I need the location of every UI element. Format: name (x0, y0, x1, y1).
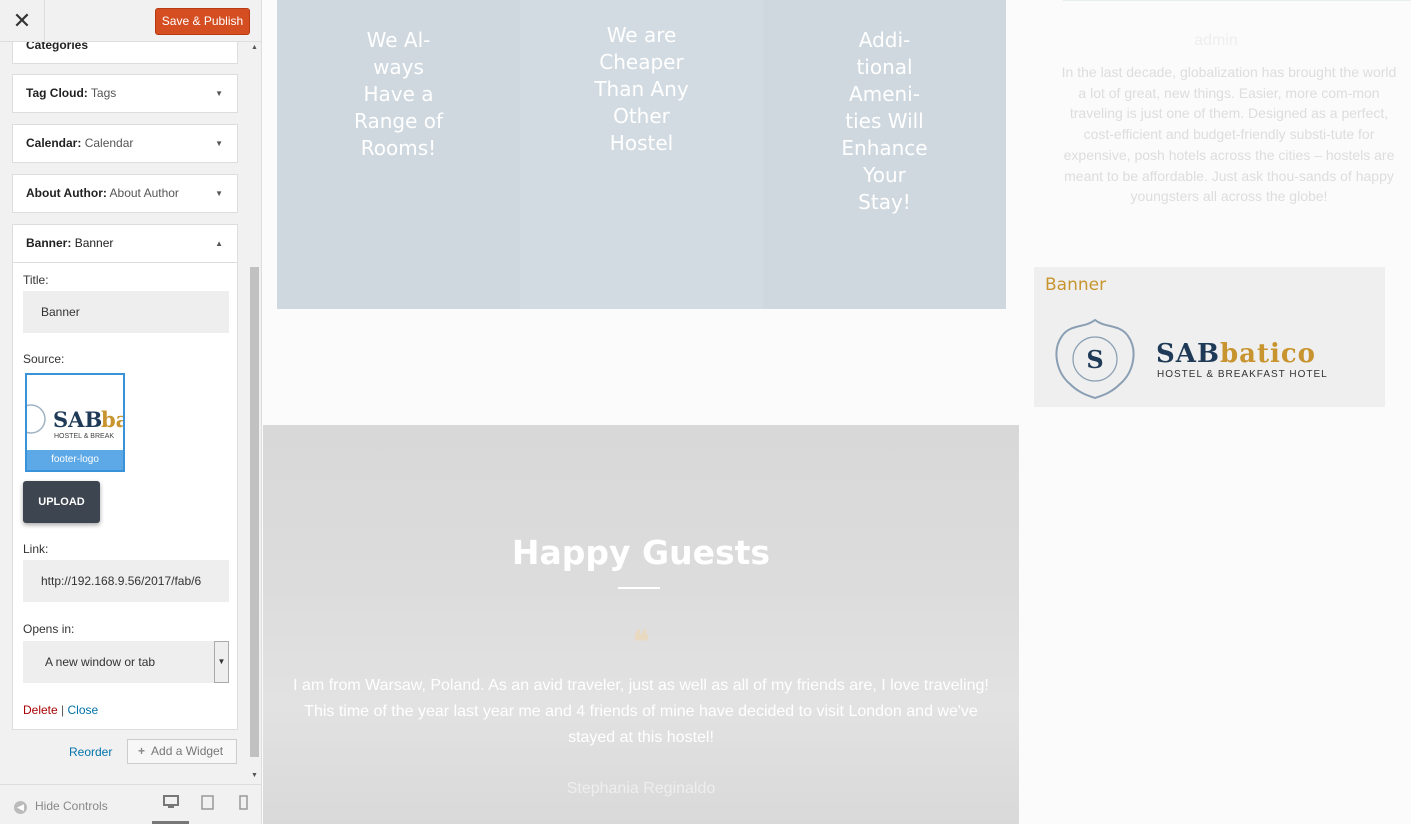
logo-wordmark: SABbatico (1156, 339, 1316, 369)
customizer-footer: ◀ Hide Controls (0, 784, 261, 824)
thumbnail-logo-image: SAB ba HOSTEL & BREAK (27, 404, 123, 440)
widget-type-label: Tag Cloud: (26, 86, 88, 100)
widget-banner-header[interactable]: Banner: Banner ▲ (13, 225, 237, 263)
collapse-icon: ◀ (14, 801, 27, 814)
sidebar-scrollbar[interactable]: ▲ ▼ (249, 42, 261, 784)
link-input[interactable]: http://192.168.9.56/2017/fab/6 (23, 560, 229, 602)
widget-name-label: Banner (74, 236, 114, 250)
delete-link[interactable]: Delete (23, 703, 58, 717)
widget-type-label: Calendar: (26, 136, 82, 150)
chevron-down-icon[interactable]: ▼ (215, 175, 223, 212)
section-title: Happy Guests (511, 533, 771, 572)
title-label: Title: (23, 273, 49, 287)
svg-text:HOSTEL & BREAK: HOSTEL & BREAK (54, 433, 114, 440)
chevron-up-icon[interactable]: ▲ (215, 225, 223, 262)
opens-in-selected-value: A new window or tab (45, 655, 156, 669)
widget-name-label: About Author (109, 186, 179, 200)
widget-actions: Delete | Close (23, 703, 98, 717)
scroll-up-icon[interactable]: ▲ (251, 44, 258, 51)
mobile-preview-icon[interactable] (239, 795, 248, 813)
title-divider (618, 587, 660, 589)
add-widget-label: Add a Widget (151, 744, 224, 758)
title-input[interactable]: Banner (23, 291, 229, 333)
author-name: admin (1194, 32, 1238, 49)
separator: | (61, 703, 65, 717)
save-publish-button[interactable]: Save & Publish (155, 8, 250, 35)
svg-text:SAB: SAB (53, 407, 102, 432)
link-label: Link: (23, 542, 49, 556)
feature-text: Addi- tional Ameni- ties Will Enhance Yo… (841, 28, 928, 214)
widget-name-label: Calendar (84, 136, 134, 150)
happy-guests-section: Happy Guests ❝ I am from Warsaw, Poland.… (263, 425, 1019, 824)
svg-text:ba: ba (101, 407, 123, 432)
customizer-header: ✕ Save & Publish (0, 0, 261, 42)
widget-type-label: About Author: (26, 186, 107, 200)
tablet-preview-icon[interactable] (201, 795, 214, 813)
testimonial-author: Stephania Reginaldo (566, 780, 716, 797)
opens-in-label: Opens in: (23, 622, 75, 636)
widget-type-label: Banner: (26, 236, 72, 250)
banner-widget: Banner S SABbatico HOSTEL & BREAKFAST HO… (1034, 267, 1385, 407)
hide-controls-label: Hide Controls (35, 799, 108, 813)
scroll-down-icon[interactable]: ▼ (251, 772, 258, 779)
author-bio: In the last decade, globalization has br… (1061, 64, 1397, 205)
add-widget-button[interactable]: + Add a Widget (127, 739, 237, 764)
upload-button[interactable]: UPLOAD (23, 481, 100, 523)
plus-icon: + (138, 744, 146, 758)
feature-text: We Al- ways Have a Range of Rooms! (353, 28, 444, 160)
source-thumbnail[interactable]: SAB ba HOSTEL & BREAK footer-logo (25, 373, 125, 472)
feature-card: We Al- ways Have a Range of Rooms! (277, 0, 520, 309)
widget-name-label: Tags (90, 86, 117, 100)
scrollbar-thumb[interactable] (250, 267, 259, 757)
logo-letter: S (1086, 345, 1103, 374)
quote-icon: ❝ (632, 626, 650, 659)
source-label: Source: (23, 352, 65, 366)
thumbnail-caption: footer-logo (27, 450, 123, 470)
logo-emblem-icon[interactable]: S (1050, 314, 1140, 402)
banner-title: Banner (1045, 275, 1107, 295)
opens-in-select[interactable]: A new window or tab ▼ (23, 641, 229, 683)
close-customizer-button[interactable]: ✕ (0, 0, 45, 42)
logo-subtitle: HOSTEL & BREAKFAST HOTEL (1157, 369, 1328, 380)
widget-tag-cloud[interactable]: Tag Cloud: Tags ▼ (12, 74, 238, 113)
close-link[interactable]: Close (68, 703, 99, 717)
desktop-preview-icon[interactable] (163, 795, 179, 812)
site-preview: We Al- ways Have a Range of Rooms! We ar… (263, 0, 1411, 824)
chevron-down-icon[interactable]: ▼ (215, 125, 223, 162)
widget-about-author[interactable]: About Author: About Author ▼ (12, 174, 238, 213)
widget-banner-panel: Banner: Banner ▲ Title: Banner Source: S… (12, 224, 238, 730)
hide-controls-button[interactable]: ◀ Hide Controls (14, 799, 108, 814)
logo-sab: SAB (1156, 339, 1220, 369)
feature-card: We are Cheaper Than Any Other Hostel (520, 0, 763, 309)
logo-batico: batico (1219, 339, 1317, 369)
widget-top-border (1063, 0, 1411, 1)
feature-text: We are Cheaper Than Any Other Hostel (594, 23, 689, 155)
customizer-sidebar: ✕ Save & Publish Categories ▼ Tag Cloud:… (0, 0, 262, 824)
chevron-down-icon[interactable]: ▼ (215, 75, 223, 112)
select-arrow-icon[interactable]: ▼ (214, 641, 229, 683)
widget-calendar[interactable]: Calendar: Calendar ▼ (12, 124, 238, 163)
feature-card: Addi- tional Ameni- ties Will Enhance Yo… (763, 0, 1006, 309)
testimonial-text: I am from Warsaw, Poland. As an avid tra… (293, 677, 989, 746)
reorder-link[interactable]: Reorder (69, 745, 112, 759)
